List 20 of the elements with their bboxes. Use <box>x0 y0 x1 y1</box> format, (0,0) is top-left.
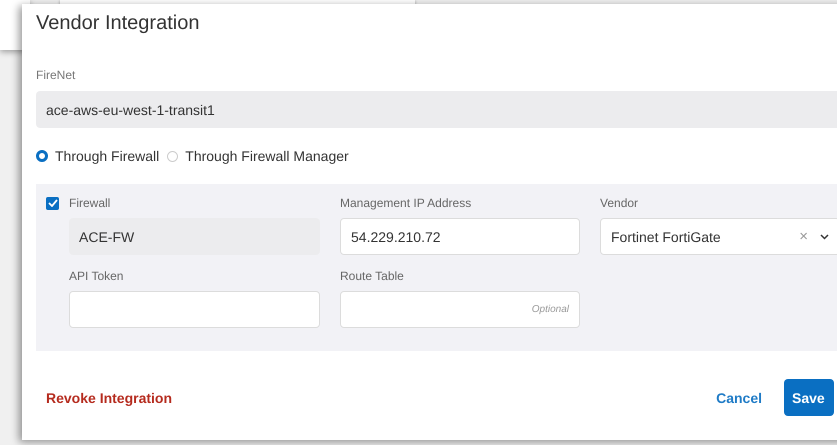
field-label: FireNet <box>36 68 76 82</box>
ip-address-field[interactable]: 54.229.210.72 <box>340 218 580 255</box>
save-button[interactable]: Save <box>784 379 834 416</box>
field-label: Firewall <box>69 196 110 210</box>
firenet-field[interactable]: ace-aws-eu-west-1-transit1 <box>36 91 837 128</box>
dialog-title: Vendor Integration <box>36 12 200 35</box>
api-token-field[interactable] <box>69 291 320 328</box>
radio-option[interactable]: Through Firewall <box>36 148 160 164</box>
field-label: Route Table <box>340 269 405 283</box>
field-label: API Token <box>69 269 124 283</box>
firewall-field[interactable]: ACE-FW <box>69 218 320 255</box>
radio-label: Through Firewall <box>55 148 160 164</box>
checkbox[interactable] <box>46 196 59 210</box>
chevron-down-icon <box>820 234 829 240</box>
field-label: Vendor <box>600 196 640 210</box>
cancel-button[interactable]: Cancel <box>710 388 768 406</box>
vendor-dropdown[interactable]: Fortinet FortiGate × <box>600 218 837 255</box>
revoke-button[interactable]: Revoke Integration <box>36 390 182 406</box>
dropdown-value: Fortinet FortiGate <box>611 228 722 244</box>
field-label: Management IP Address <box>340 196 472 210</box>
